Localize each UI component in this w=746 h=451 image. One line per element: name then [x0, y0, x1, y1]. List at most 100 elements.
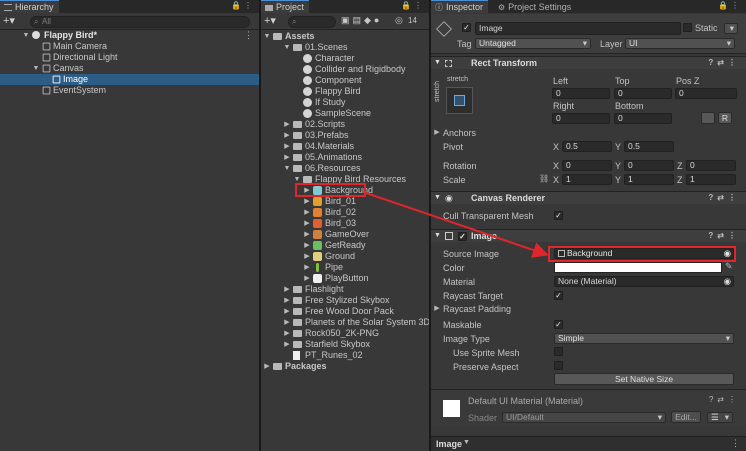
add-object-button[interactable]: +▾: [3, 15, 15, 27]
hierarchy-item[interactable]: ▼ Canvas: [0, 63, 259, 74]
image-component-header[interactable]: ▼ ✓ Image ?⇄⋮: [431, 229, 746, 242]
blueprint-mode-button[interactable]: [701, 112, 715, 124]
anchors-expand-arrow-icon[interactable]: ▶: [433, 128, 441, 136]
scene-row[interactable]: ▼ Flappy Bird* ⋮: [0, 30, 259, 41]
static-checkbox[interactable]: [683, 23, 692, 32]
project-item[interactable]: PT_Runes_02: [261, 350, 429, 361]
expand-arrow-icon[interactable]: ▼: [263, 31, 271, 42]
collapse-arrow-icon[interactable]: ▼: [434, 230, 441, 242]
object-active-checkbox[interactable]: ✓: [462, 23, 471, 32]
expand-arrow-icon[interactable]: ▼: [32, 63, 40, 74]
collapse-arrow-icon[interactable]: ▼: [434, 192, 441, 204]
preserve-aspect-checkbox[interactable]: [554, 361, 563, 370]
expand-arrow-icon[interactable]: ▶: [283, 152, 291, 163]
expand-arrow-icon[interactable]: ▶: [303, 240, 311, 251]
expand-arrow-icon[interactable]: ▶: [303, 218, 311, 229]
expand-arrow-icon[interactable]: ▶: [283, 317, 291, 328]
maskable-checkbox[interactable]: ✓: [554, 320, 563, 329]
project-item[interactable]: ▶ GameOver: [261, 229, 429, 240]
scale-z-field[interactable]: 1: [686, 174, 736, 185]
project-item[interactable]: SampleScene: [261, 108, 429, 119]
project-item[interactable]: ▶ Flashlight: [261, 284, 429, 295]
project-item[interactable]: If Study: [261, 97, 429, 108]
expand-arrow-icon[interactable]: ▶: [303, 273, 311, 284]
inspector-tab-menu-icons[interactable]: 🔒⋮: [718, 1, 742, 10]
set-native-size-button[interactable]: Set Native Size: [554, 373, 734, 385]
expand-arrow-icon[interactable]: ▶: [283, 328, 291, 339]
expand-arrow-icon[interactable]: ▶: [283, 130, 291, 141]
tab-inspector[interactable]: ⓘ Inspector: [431, 0, 489, 13]
expand-arrow-icon[interactable]: ▶: [303, 262, 311, 273]
hierarchy-item-selected[interactable]: Image: [0, 74, 259, 85]
expand-arrow-icon[interactable]: ▼: [283, 163, 291, 174]
tag-dropdown[interactable]: Untagged: [475, 38, 591, 49]
rotation-y-field[interactable]: 0: [624, 160, 674, 171]
project-item[interactable]: ▶ Starfield Skybox: [261, 339, 429, 350]
hierarchy-tab-menu-icons[interactable]: 🔒⋮: [231, 1, 255, 10]
raw-edit-button[interactable]: R: [718, 112, 732, 124]
chevron-down-icon[interactable]: ▼: [463, 439, 470, 446]
project-item[interactable]: ▶ Bird_03: [261, 218, 429, 229]
tab-project[interactable]: Project: [261, 0, 310, 13]
collapse-arrow-icon[interactable]: ▼: [434, 57, 441, 69]
preview-footer-label[interactable]: Image: [436, 439, 462, 449]
eye-icon[interactable]: ◎: [395, 15, 403, 26]
panel-divider[interactable]: [259, 0, 261, 451]
project-search-input[interactable]: ⌕: [288, 16, 336, 28]
hierarchy-item[interactable]: EventSystem: [0, 85, 259, 96]
image-type-dropdown[interactable]: Simple: [554, 333, 734, 344]
scale-y-field[interactable]: 1: [624, 174, 674, 185]
hierarchy-search-input[interactable]: ⌕ All: [30, 16, 250, 28]
material-menu-icons[interactable]: ?⇄⋮: [709, 395, 740, 404]
layer-dropdown[interactable]: UI: [625, 38, 735, 49]
expand-arrow-icon[interactable]: ▶: [263, 361, 271, 372]
project-item[interactable]: ▼ 01.Scenes: [261, 42, 429, 53]
raycast-padding-expand-arrow-icon[interactable]: ▶: [433, 304, 441, 312]
constrain-proportions-icon[interactable]: ⛓: [539, 174, 549, 183]
expand-arrow-icon[interactable]: ▶: [303, 229, 311, 240]
expand-arrow-icon[interactable]: ▶: [303, 196, 311, 207]
expand-arrow-icon[interactable]: ▶: [283, 295, 291, 306]
project-item[interactable]: ▶ GetReady: [261, 240, 429, 251]
project-item[interactable]: Character: [261, 53, 429, 64]
project-item[interactable]: ▶ Free Stylized Skybox: [261, 295, 429, 306]
project-assets-root[interactable]: ▼ Assets: [261, 31, 429, 42]
anchor-preset-button[interactable]: [446, 87, 473, 114]
expand-arrow-icon[interactable]: ▼: [283, 42, 291, 53]
posz-field[interactable]: 0: [675, 88, 737, 99]
project-item[interactable]: ▶ PlayButton: [261, 273, 429, 284]
project-filter-icons[interactable]: ▣▤◆●: [341, 15, 382, 26]
tab-project-settings[interactable]: ⚙ Project Settings: [494, 0, 577, 13]
project-item[interactable]: ▶ 02.Scripts: [261, 119, 429, 130]
rotation-x-field[interactable]: 0: [562, 160, 612, 171]
expand-arrow-icon[interactable]: ▶: [283, 141, 291, 152]
static-dropdown[interactable]: [724, 23, 738, 34]
color-swatch[interactable]: [554, 262, 722, 273]
rotation-z-field[interactable]: 0: [686, 160, 736, 171]
project-packages-root[interactable]: ▶ Packages: [261, 361, 429, 372]
raycast-target-checkbox[interactable]: ✓: [554, 291, 563, 300]
tab-hierarchy[interactable]: Hierarchy: [0, 0, 59, 13]
project-item[interactable]: ▶ Pipe: [261, 262, 429, 273]
right-field[interactable]: 0: [552, 113, 610, 124]
eyedropper-icon[interactable]: ✎: [725, 261, 733, 272]
bottom-field[interactable]: 0: [614, 113, 672, 124]
create-asset-button[interactable]: +▾: [264, 15, 276, 27]
use-sprite-mesh-checkbox[interactable]: [554, 347, 563, 356]
object-picker-icon[interactable]: ◉: [724, 277, 731, 286]
component-menu-icons[interactable]: ?⇄⋮: [708, 192, 740, 204]
left-field[interactable]: 0: [552, 88, 610, 99]
expand-arrow-icon[interactable]: ▶: [283, 306, 291, 317]
material-field[interactable]: None (Material) ◉: [554, 276, 734, 287]
expand-arrow-icon[interactable]: ▶: [283, 284, 291, 295]
project-item[interactable]: ▶ Bird_02: [261, 207, 429, 218]
panel-divider[interactable]: [429, 0, 431, 451]
project-item[interactable]: ▶ Rock050_2K-PNG: [261, 328, 429, 339]
preview-menu-icon[interactable]: ⋮: [731, 438, 740, 449]
rect-transform-header[interactable]: ▼ Rect Transform ?⇄⋮: [431, 56, 746, 69]
project-item[interactable]: ▶ Planets of the Solar System 3D: [261, 317, 429, 328]
project-item[interactable]: ▶ 04.Materials: [261, 141, 429, 152]
top-field[interactable]: 0: [614, 88, 672, 99]
shader-dropdown[interactable]: UI/Default: [502, 412, 666, 423]
hierarchy-item[interactable]: Directional Light: [0, 52, 259, 63]
